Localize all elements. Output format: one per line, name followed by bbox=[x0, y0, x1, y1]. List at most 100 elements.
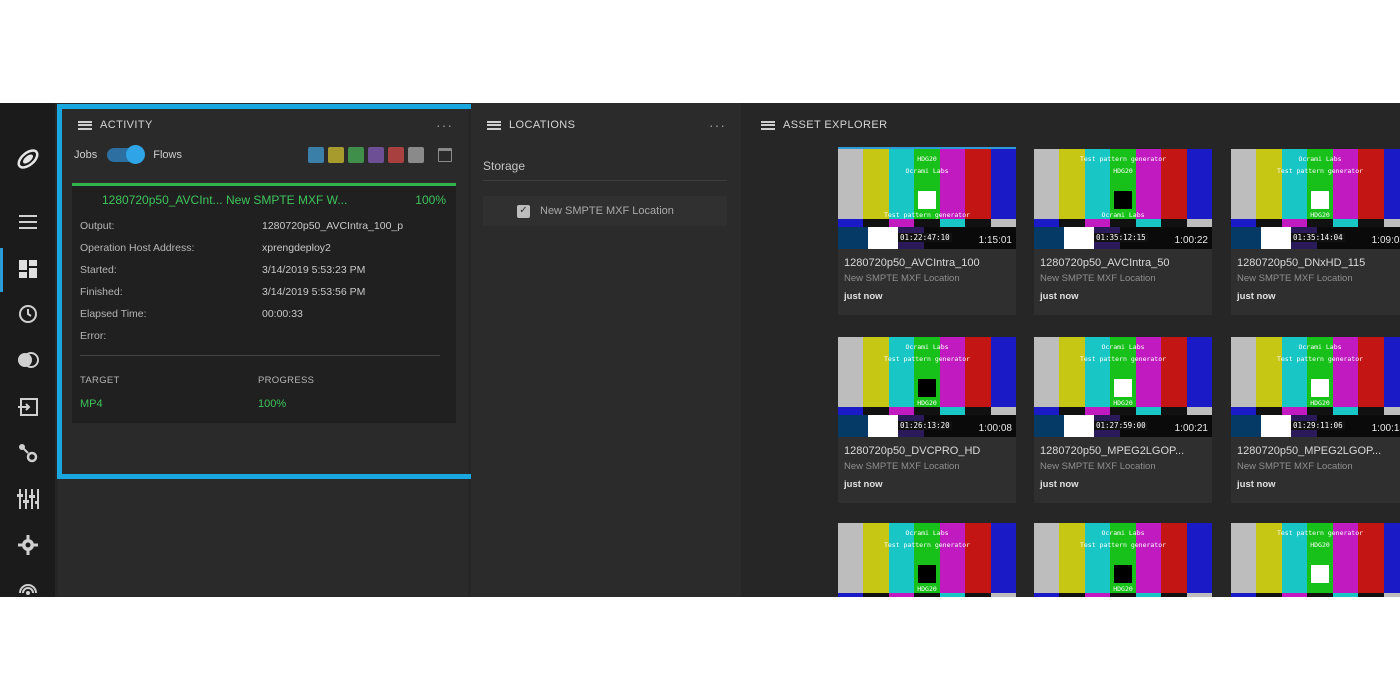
filter-swatch-green[interactable] bbox=[348, 147, 364, 163]
field-value: 3/14/2019 5:53:23 PM bbox=[262, 264, 366, 276]
color-bars-mid bbox=[1034, 593, 1212, 597]
asset-card[interactable]: Ocrami Labs Test pattern generator HDG20 bbox=[838, 523, 1016, 597]
asset-thumbnail: Ocrami Labs Test pattern generator HDG20 01… bbox=[1231, 149, 1400, 249]
asset-location: New SMPTE MXF Location bbox=[844, 461, 960, 472]
pattern-text: Ocrami Labs bbox=[1101, 211, 1145, 219]
sidebar-item-signal[interactable] bbox=[0, 573, 55, 597]
asset-thumbnail: Test pattern generator HDG20 Ocrami Labs 01… bbox=[1034, 149, 1212, 249]
sidebar-item-history[interactable] bbox=[0, 296, 55, 332]
job-percent: 100% bbox=[415, 193, 446, 207]
drag-handle-icon[interactable] bbox=[761, 120, 775, 130]
asset-location: New SMPTE MXF Location bbox=[1040, 461, 1156, 472]
logo-icon bbox=[16, 149, 39, 169]
pattern-square bbox=[918, 565, 936, 583]
activity-more-icon[interactable]: ··· bbox=[436, 117, 453, 133]
location-item[interactable]: ✓ New SMPTE MXF Location bbox=[483, 196, 727, 226]
pattern-text: Test pattern generator bbox=[883, 211, 971, 219]
pattern-text: HDG20 bbox=[1113, 167, 1133, 175]
timecode-label: 01:35:12:15 bbox=[1094, 233, 1148, 242]
timecode-label: 01:22:47:10 bbox=[898, 233, 952, 242]
color-bars-mid bbox=[1231, 407, 1400, 415]
field-value: 1280720p50_AVCIntra_100_p bbox=[262, 220, 404, 232]
progress-header: PROGRESS bbox=[258, 375, 315, 386]
filter-swatch-gray[interactable] bbox=[408, 147, 424, 163]
asset-card[interactable]: Ocrami Labs Test pattern generator HDG20 01… bbox=[1231, 149, 1400, 315]
sidebar-item-import[interactable] bbox=[0, 389, 55, 425]
import-icon bbox=[17, 398, 38, 416]
asset-explorer-panel: ASSET EXPLORER HDG20 Ocrami Labs Test patt… bbox=[745, 103, 1400, 597]
locations-more-icon[interactable]: ··· bbox=[709, 117, 726, 133]
filter-swatch-yellow[interactable] bbox=[328, 147, 344, 163]
pattern-text: HDG20 bbox=[1310, 541, 1330, 549]
pattern-square bbox=[918, 379, 936, 397]
asset-location: New SMPTE MXF Location bbox=[1237, 273, 1353, 284]
sidebar-item-settings[interactable] bbox=[0, 527, 55, 563]
color-bars-mid bbox=[838, 407, 1016, 415]
drag-handle-icon[interactable] bbox=[78, 120, 92, 130]
nodes-icon bbox=[18, 444, 37, 463]
field-label: Started: bbox=[80, 264, 117, 276]
pattern-text: Ocrami Labs bbox=[1101, 529, 1145, 537]
asset-card[interactable]: HDG20 Ocrami Labs Test pattern generator 01… bbox=[838, 147, 1016, 315]
duration-label: 1:00:21 bbox=[1174, 423, 1208, 434]
app-window: ACTIVITY ··· Jobs Flows 1280720p50_AVCIn… bbox=[0, 103, 1400, 597]
status-filters bbox=[308, 147, 452, 163]
filter-swatch-blue[interactable] bbox=[308, 147, 324, 163]
color-bars-mid bbox=[1231, 219, 1400, 227]
jobs-flows-toggle[interactable] bbox=[107, 145, 146, 164]
toggle-icon bbox=[17, 352, 39, 368]
timecode-label: 01:26:13:20 bbox=[898, 421, 952, 430]
duration-label: 1:00:08 bbox=[978, 423, 1012, 434]
pattern-text: HDG20 bbox=[917, 399, 937, 407]
timecode-label: 01:29:11:06 bbox=[1291, 421, 1345, 430]
sidebar bbox=[0, 103, 55, 597]
sidebar-item-mixer[interactable] bbox=[0, 481, 55, 517]
asset-thumbnail: Ocrami Labs Test pattern generator HDG20 bbox=[838, 523, 1016, 597]
asset-title: 1280720p50_DNxHD_115 bbox=[1237, 257, 1366, 269]
field-label: Error: bbox=[80, 330, 107, 342]
asset-thumbnail: Ocrami Labs Test pattern generator HDG20 01… bbox=[1034, 337, 1212, 437]
pattern-square bbox=[1114, 565, 1132, 583]
asset-card[interactable]: Ocrami Labs Test pattern generator HDG20 bbox=[1034, 523, 1212, 597]
asset-card[interactable]: Test pattern generator HDG20 bbox=[1231, 523, 1400, 597]
asset-card[interactable]: Test pattern generator HDG20 Ocrami Labs 01… bbox=[1034, 149, 1212, 315]
asset-card[interactable]: Ocrami Labs Test pattern generator HDG20 01… bbox=[838, 337, 1016, 503]
asset-location: New SMPTE MXF Location bbox=[844, 273, 960, 284]
asset-time: just now bbox=[844, 291, 883, 302]
location-item-label: New SMPTE MXF Location bbox=[540, 205, 674, 217]
asset-explorer-title: ASSET EXPLORER bbox=[783, 119, 888, 131]
locations-header: LOCATIONS bbox=[487, 119, 575, 131]
calendar-icon[interactable] bbox=[438, 148, 452, 162]
pattern-text: Test pattern generator bbox=[1079, 155, 1167, 163]
field-value: xpreng‍deploy2 bbox=[262, 242, 331, 254]
duration-label: 1:15:01 bbox=[978, 235, 1012, 246]
pattern-text: HDG20 bbox=[1113, 585, 1133, 593]
flows-label: Flows bbox=[153, 149, 182, 161]
jobs-flows-toggle-row: Jobs Flows bbox=[74, 145, 182, 164]
color-bars-mid bbox=[1034, 407, 1212, 415]
asset-thumbnail: Test pattern generator HDG20 bbox=[1231, 523, 1400, 597]
drag-handle-icon[interactable] bbox=[487, 120, 501, 130]
asset-time: just now bbox=[1237, 291, 1276, 302]
sidebar-item-workflows[interactable] bbox=[0, 435, 55, 471]
asset-title: 1280720p50_MPEG2LGOP... bbox=[1237, 445, 1382, 457]
color-bars-mid bbox=[838, 219, 1016, 227]
filter-swatch-red[interactable] bbox=[388, 147, 404, 163]
sidebar-item-home[interactable] bbox=[0, 141, 55, 177]
sidebar-item-dashboard[interactable] bbox=[0, 251, 55, 287]
asset-title: 1280720p50_AVCIntra_100 bbox=[844, 257, 980, 269]
pattern-text: Test pattern generator bbox=[1276, 529, 1364, 537]
asset-title: 1280720p50_DVCPRO_HD bbox=[844, 445, 981, 457]
job-divider bbox=[80, 355, 440, 356]
location-checkbox[interactable]: ✓ bbox=[517, 204, 530, 218]
pattern-text: Test pattern generator bbox=[883, 541, 971, 549]
sidebar-item-menu[interactable] bbox=[0, 204, 55, 240]
progress-value: 100% bbox=[258, 398, 287, 410]
filter-swatch-purple[interactable] bbox=[368, 147, 384, 163]
asset-card[interactable]: Ocrami Labs Test pattern generator HDG20 01… bbox=[1231, 337, 1400, 503]
activity-panel: ACTIVITY ··· Jobs Flows 1280720p50_AVCIn… bbox=[58, 103, 468, 597]
asset-card[interactable]: Ocrami Labs Test pattern generator HDG20 01… bbox=[1034, 337, 1212, 503]
sidebar-item-toggle[interactable] bbox=[0, 342, 55, 378]
field-label: Operation Host Address: bbox=[80, 242, 195, 254]
job-card[interactable]: 1280720p50_AVCInt... New SMPTE MXF W... … bbox=[72, 183, 456, 423]
